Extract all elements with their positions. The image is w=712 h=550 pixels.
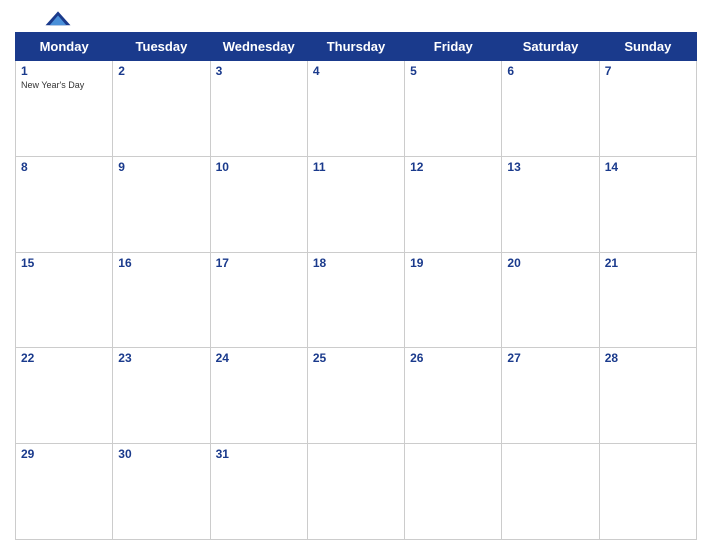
day-number: 10 [216, 160, 302, 174]
calendar-cell [502, 444, 599, 540]
day-number: 20 [507, 256, 593, 270]
weekday-saturday: Saturday [502, 33, 599, 61]
day-number: 19 [410, 256, 496, 270]
week-row-2: 89 10 11 12 13 14 [16, 156, 697, 252]
calendar-cell: 12 [405, 156, 502, 252]
calendar-cell: 28 [599, 348, 696, 444]
logo-icon [44, 10, 72, 28]
calendar-cell: 7 [599, 61, 696, 157]
calendar-cell: 26 [405, 348, 502, 444]
calendar-cell: 14 [599, 156, 696, 252]
calendar-cell: 30 [113, 444, 210, 540]
calendar-cell: 22 [16, 348, 113, 444]
calendar-cell: 1 New Year's Day [16, 61, 113, 157]
calendar-cell [405, 444, 502, 540]
calendar-cell: 6 [502, 61, 599, 157]
calendar-table: MondayTuesdayWednesdayThursdayFridaySatu… [15, 32, 697, 540]
day-number: 4 [313, 64, 399, 78]
day-number: 18 [313, 256, 399, 270]
calendar-cell: 4 [307, 61, 404, 157]
calendar-cell: 29 [16, 444, 113, 540]
day-number: 11 [313, 160, 399, 174]
calendar-header [15, 10, 697, 28]
calendar-cell [307, 444, 404, 540]
calendar-cell: 23 [113, 348, 210, 444]
day-number: 25 [313, 351, 399, 365]
calendar-cell: 27 [502, 348, 599, 444]
week-row-4: 22 23 24 25 26 27 28 [16, 348, 697, 444]
day-number: 14 [605, 160, 691, 174]
calendar-cell: 11 [307, 156, 404, 252]
calendar-cell: 15 [16, 252, 113, 348]
day-number: 3 [216, 64, 302, 78]
calendar-cell: 2 [113, 61, 210, 157]
calendar-cell: 20 [502, 252, 599, 348]
calendar-cell: 25 [307, 348, 404, 444]
day-number: 13 [507, 160, 593, 174]
calendar-cell: 5 [405, 61, 502, 157]
day-number: 17 [216, 256, 302, 270]
calendar-body: 1New Year's Day2345678910111213141516171… [16, 61, 697, 540]
calendar-cell: 3 [210, 61, 307, 157]
weekday-tuesday: Tuesday [113, 33, 210, 61]
day-number: 23 [118, 351, 204, 365]
day-number: 29 [21, 447, 107, 461]
calendar-cell: 13 [502, 156, 599, 252]
weekday-friday: Friday [405, 33, 502, 61]
calendar-cell: 9 [113, 156, 210, 252]
logo [15, 10, 105, 28]
calendar-cell: 19 [405, 252, 502, 348]
day-number: 12 [410, 160, 496, 174]
calendar-cell: 17 [210, 252, 307, 348]
day-number: 26 [410, 351, 496, 365]
holiday-label: New Year's Day [21, 80, 107, 90]
day-number: 24 [216, 351, 302, 365]
day-number: 7 [605, 64, 691, 78]
day-number: 28 [605, 351, 691, 365]
day-number: 30 [118, 447, 204, 461]
week-row-5: 29 30 31 [16, 444, 697, 540]
day-number: 6 [507, 64, 593, 78]
weekday-thursday: Thursday [307, 33, 404, 61]
calendar-cell [599, 444, 696, 540]
weekday-monday: Monday [16, 33, 113, 61]
day-number: 31 [216, 447, 302, 461]
calendar-cell: 31 [210, 444, 307, 540]
day-number: 27 [507, 351, 593, 365]
calendar-cell: 10 [210, 156, 307, 252]
weekday-header-row: MondayTuesdayWednesdayThursdayFridaySatu… [16, 33, 697, 61]
day-number: 15 [21, 256, 107, 270]
weekday-wednesday: Wednesday [210, 33, 307, 61]
calendar-cell: 16 [113, 252, 210, 348]
day-number: 22 [21, 351, 107, 365]
calendar-cell: 18 [307, 252, 404, 348]
calendar-cell: 24 [210, 348, 307, 444]
day-number: 8 [21, 160, 107, 174]
day-number: 9 [118, 160, 204, 174]
day-number: 5 [410, 64, 496, 78]
calendar-cell: 8 [16, 156, 113, 252]
day-number: 2 [118, 64, 204, 78]
weekday-sunday: Sunday [599, 33, 696, 61]
week-row-1: 1 New Year's Day 234567 [16, 61, 697, 157]
calendar-cell: 21 [599, 252, 696, 348]
day-number: 1 [21, 64, 107, 78]
week-row-3: 15 16 17 18 19 20 21 [16, 252, 697, 348]
day-number: 16 [118, 256, 204, 270]
day-number: 21 [605, 256, 691, 270]
